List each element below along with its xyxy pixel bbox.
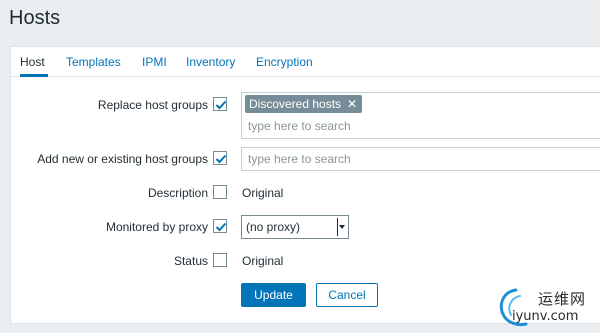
- watermark-en-text: iyunv.com: [512, 309, 579, 324]
- tab-inventory[interactable]: Inventory: [186, 47, 235, 77]
- replace-host-groups-multiselect[interactable]: Discovered hosts ✕ type here to search: [241, 92, 600, 139]
- checkmark-icon: [215, 100, 227, 110]
- update-button[interactable]: Update: [241, 283, 306, 307]
- monitored-by-proxy-checkbox[interactable]: [213, 219, 227, 233]
- add-host-groups-multiselect[interactable]: type here to search: [241, 147, 600, 171]
- description-value: Original: [242, 186, 284, 200]
- status-checkbox[interactable]: [213, 253, 227, 267]
- tab-bar: Host Templates IPMI Inventory Encryption: [11, 47, 600, 77]
- proxy-select-value: (no proxy): [246, 220, 301, 234]
- page-header: Hosts: [0, 0, 600, 40]
- checkmark-icon: [215, 222, 227, 232]
- chevron-down-icon: [339, 225, 345, 229]
- tab-ipmi[interactable]: IPMI: [142, 47, 167, 77]
- replace-host-groups-checkbox[interactable]: [213, 97, 227, 111]
- add-host-groups-search-input[interactable]: type here to search: [248, 152, 351, 166]
- select-separator: [337, 218, 338, 236]
- checkmark-icon: [215, 154, 227, 164]
- watermark-cn-text: 运维网: [538, 290, 587, 308]
- add-host-groups-label: Add new or existing host groups: [37, 152, 208, 166]
- watermark: 运维网 iyunv.com: [494, 282, 600, 328]
- replace-host-groups-label: Replace host groups: [97, 98, 208, 112]
- replace-host-groups-search-input[interactable]: type here to search: [248, 119, 351, 133]
- description-checkbox[interactable]: [213, 185, 227, 199]
- host-group-tag: Discovered hosts ✕: [245, 95, 363, 113]
- tab-encryption[interactable]: Encryption: [256, 47, 313, 77]
- add-host-groups-checkbox[interactable]: [213, 151, 227, 165]
- monitored-by-proxy-label: Monitored by proxy: [105, 220, 208, 234]
- proxy-select[interactable]: (no proxy): [241, 215, 349, 239]
- status-label: Status: [173, 254, 208, 268]
- status-value: Original: [242, 254, 284, 268]
- tab-templates[interactable]: Templates: [66, 47, 121, 77]
- description-label: Description: [147, 186, 208, 200]
- page-title: Hosts: [9, 7, 61, 29]
- tab-host[interactable]: Host: [20, 47, 48, 77]
- tag-remove-icon[interactable]: ✕: [347, 95, 357, 113]
- host-group-tag-label: Discovered hosts: [249, 97, 342, 111]
- cancel-button[interactable]: Cancel: [316, 283, 378, 307]
